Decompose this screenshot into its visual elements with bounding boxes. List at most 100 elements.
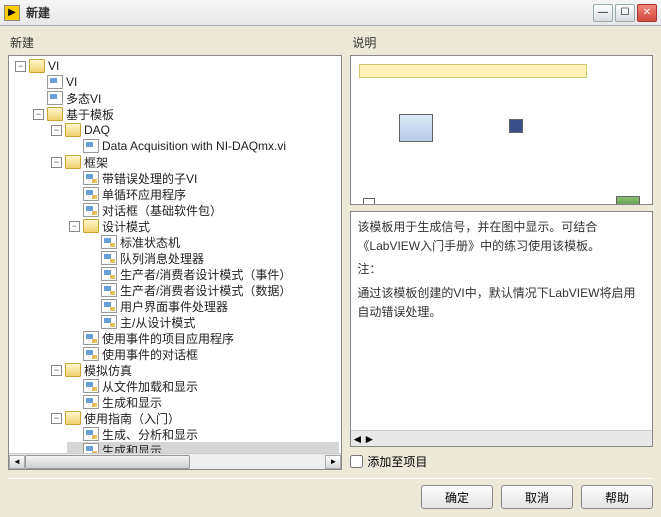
vi-file-icon xyxy=(47,91,63,105)
expander-icon[interactable]: − xyxy=(51,413,62,424)
minimize-button[interactable]: — xyxy=(593,4,613,22)
tree-item[interactable]: 主/从设计模式 xyxy=(85,314,339,330)
add-to-project-checkbox[interactable] xyxy=(350,455,363,468)
vi-file-icon xyxy=(83,427,99,441)
desc-h-scrollbar[interactable]: ◄ ► xyxy=(351,430,652,446)
tree-item-label: 使用事件的项目应用程序 xyxy=(102,330,234,347)
tree-h-scrollbar[interactable]: ◄ ► xyxy=(9,453,341,469)
tree-scroll[interactable]: −VIVI多态VI−基于模板−DAQData Acquisition with … xyxy=(9,56,341,453)
tree-item-label: 标准状态机 xyxy=(120,234,180,251)
scroll-right-icon[interactable]: ► xyxy=(325,455,341,469)
expander-spacer xyxy=(69,429,80,440)
vi-file-icon xyxy=(101,283,117,297)
tree-item[interactable]: VI xyxy=(31,74,339,90)
folder-icon xyxy=(65,155,81,169)
vi-file-icon xyxy=(83,395,99,409)
tree-item-label: 主/从设计模式 xyxy=(120,314,195,331)
expander-icon[interactable]: − xyxy=(69,221,80,232)
preview-body xyxy=(359,84,644,205)
tree-item[interactable]: 使用事件的对话框 xyxy=(67,346,339,362)
expander-spacer xyxy=(69,349,80,360)
button-row: 确定 取消 帮助 xyxy=(8,485,653,509)
tree-item[interactable]: −框架 xyxy=(49,154,339,170)
desc-line-1: 该模板用于生成信号，并在图中显示。可结合《LabVIEW入门手册》中的练习使用该… xyxy=(357,218,646,256)
folder-icon xyxy=(65,363,81,377)
right-panel: 说明 该模板用于生成信号，并在图中显示。可结合《LabVIEW入门手册》中的练习… xyxy=(350,34,653,470)
tree-item[interactable]: 生成、分析和显示 xyxy=(67,426,339,442)
desc-line-3: 通过该模板创建的VI中，默认情况下LabVIEW将启用自动错误处理。 xyxy=(357,284,646,322)
help-button[interactable]: 帮助 xyxy=(581,485,653,509)
preview-block-2 xyxy=(509,119,523,133)
tree-item[interactable]: −使用指南（入门） xyxy=(49,410,339,426)
tree-item-label: 从文件加载和显示 xyxy=(102,378,198,395)
folder-icon xyxy=(29,59,45,73)
tree-item[interactable]: −DAQ xyxy=(49,122,339,138)
tree-item[interactable]: 生成和显示 xyxy=(67,394,339,410)
scroll-right-icon[interactable]: ► xyxy=(363,432,375,446)
expander-spacer xyxy=(33,77,44,88)
expander-icon[interactable]: − xyxy=(33,109,44,120)
tree-item-label: VI xyxy=(48,59,59,73)
expander-spacer xyxy=(69,445,80,454)
tree-item[interactable]: 对话框（基础软件包） xyxy=(67,202,339,218)
close-button[interactable]: ✕ xyxy=(637,4,657,22)
expander-icon[interactable]: − xyxy=(51,365,62,376)
content-area: 新建 −VIVI多态VI−基于模板−DAQData Acquisition wi… xyxy=(0,26,661,517)
vi-file-icon xyxy=(101,235,117,249)
expander-spacer xyxy=(87,285,98,296)
titlebar: ▶ 新建 — ☐ ✕ xyxy=(0,0,661,26)
expander-spacer xyxy=(33,93,44,104)
tree-item[interactable]: 用户界面事件处理器 xyxy=(85,298,339,314)
tree-item-label: 队列消息处理器 xyxy=(120,250,204,267)
tree-item[interactable]: 使用事件的项目应用程序 xyxy=(67,330,339,346)
tree-item[interactable]: − VI xyxy=(13,58,339,74)
tree-item[interactable]: 生产者/消费者设计模式（事件） xyxy=(85,266,339,282)
tree-item[interactable]: 多态VI xyxy=(31,90,339,106)
preview-box xyxy=(350,55,653,205)
scroll-left-icon[interactable]: ◄ xyxy=(351,432,363,446)
vi-file-icon xyxy=(83,331,99,345)
tree-item[interactable]: 带错误处理的子VI xyxy=(67,170,339,186)
tree-item[interactable]: 队列消息处理器 xyxy=(85,250,339,266)
tree-item-label: 基于模板 xyxy=(66,106,114,123)
tree-item[interactable]: 从文件加载和显示 xyxy=(67,378,339,394)
expander-icon[interactable]: − xyxy=(15,61,26,72)
expander-icon[interactable]: − xyxy=(51,125,62,136)
tree-item-label: 使用事件的对话框 xyxy=(102,346,198,363)
expander-spacer xyxy=(87,317,98,328)
expander-spacer xyxy=(69,189,80,200)
tree-item[interactable]: 标准状态机 xyxy=(85,234,339,250)
tree-item[interactable]: 生产者/消费者设计模式（数据） xyxy=(85,282,339,298)
tree-item[interactable]: 单循环应用程序 xyxy=(67,186,339,202)
expander-spacer xyxy=(87,237,98,248)
scroll-track[interactable] xyxy=(25,455,325,469)
scroll-left-icon[interactable]: ◄ xyxy=(9,455,25,469)
add-to-project-row[interactable]: 添加至项目 xyxy=(350,453,653,470)
maximize-button[interactable]: ☐ xyxy=(615,4,635,22)
preview-header xyxy=(359,64,587,78)
vi-file-icon xyxy=(83,187,99,201)
tree-item-label: 模拟仿真 xyxy=(84,362,132,379)
expander-spacer xyxy=(69,381,80,392)
expander-icon[interactable]: − xyxy=(51,157,62,168)
ok-button[interactable]: 确定 xyxy=(421,485,493,509)
tree-item[interactable]: −设计模式 xyxy=(67,218,339,234)
tree-item[interactable]: 生成和显示 xyxy=(67,442,339,453)
vi-file-icon xyxy=(47,75,63,89)
template-tree: −VIVI多态VI−基于模板−DAQData Acquisition with … xyxy=(11,58,339,453)
expander-spacer xyxy=(69,333,80,344)
left-panel: 新建 −VIVI多态VI−基于模板−DAQData Acquisition wi… xyxy=(8,34,342,470)
tree-item-label: 生成和显示 xyxy=(102,394,162,411)
tree-item[interactable]: − 模拟仿真 xyxy=(49,362,339,378)
tree-container: −VIVI多态VI−基于模板−DAQData Acquisition with … xyxy=(8,55,342,470)
scroll-thumb[interactable] xyxy=(25,455,190,469)
tree-item[interactable]: − 基于模板 xyxy=(31,106,339,122)
cancel-button[interactable]: 取消 xyxy=(501,485,573,509)
vi-file-icon xyxy=(83,171,99,185)
tree-item-label: 生产者/消费者设计模式（数据） xyxy=(120,282,291,299)
vi-file-icon xyxy=(83,379,99,393)
tree-item-label: 对话框（基础软件包） xyxy=(102,202,222,219)
left-panel-label: 新建 xyxy=(10,34,342,51)
tree-item[interactable]: Data Acquisition with NI-DAQmx.vi xyxy=(67,138,339,154)
expander-spacer xyxy=(69,205,80,216)
